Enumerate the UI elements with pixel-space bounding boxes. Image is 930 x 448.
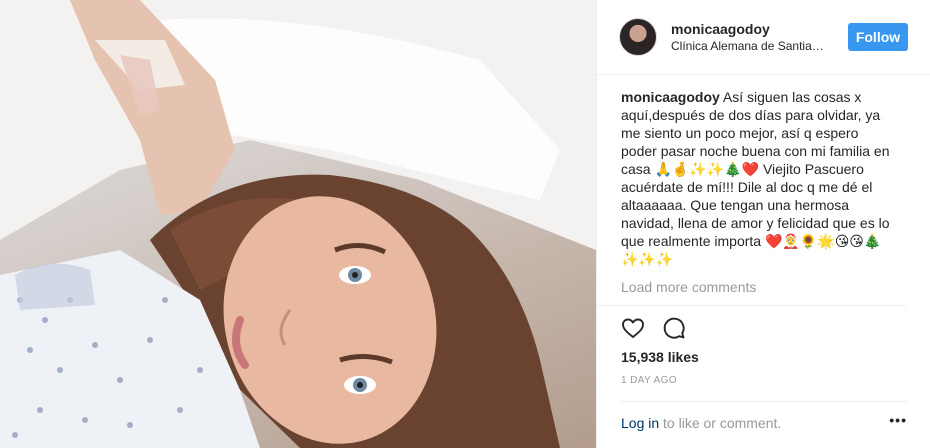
avatar[interactable] — [619, 18, 657, 56]
login-footer: Log in to like or comment. ••• — [621, 401, 907, 431]
post-sidebar: monicaagodoy Clínica Alemana de Santiago… — [596, 0, 930, 448]
caption-username[interactable]: monicaagodoy — [621, 89, 720, 105]
login-link[interactable]: Log in — [621, 415, 659, 431]
location-link[interactable]: Clínica Alemana de Santiago — [671, 38, 825, 54]
header-username[interactable]: monicaagodoy — [671, 20, 848, 38]
post-photo[interactable] — [0, 0, 596, 448]
load-more-comments[interactable]: Load more comments — [621, 279, 906, 295]
more-options-icon[interactable]: ••• — [889, 413, 907, 431]
post-header: monicaagodoy Clínica Alemana de Santiago… — [597, 0, 930, 75]
header-info: monicaagodoy Clínica Alemana de Santiago — [671, 20, 848, 54]
caption: monicaagodoy Así siguen las cosas x aquí… — [621, 88, 891, 268]
comment-icon[interactable] — [662, 316, 686, 340]
action-bar — [621, 316, 686, 340]
heart-icon[interactable] — [621, 316, 645, 340]
post-timestamp[interactable]: 1 DAY AGO — [621, 375, 677, 386]
follow-button[interactable]: Follow — [848, 23, 908, 51]
instagram-post: monicaagodoy Clínica Alemana de Santiago… — [0, 0, 930, 448]
photo-illustration — [0, 0, 596, 448]
caption-text: Así siguen las cosas x aquí,después de d… — [621, 89, 890, 267]
comments-area: monicaagodoy Así siguen las cosas x aquí… — [597, 75, 906, 306]
login-suffix: to like or comment. — [659, 415, 782, 431]
login-prompt: Log in to like or comment. — [621, 415, 781, 431]
likes-count[interactable]: 15,938 likes — [621, 349, 699, 365]
